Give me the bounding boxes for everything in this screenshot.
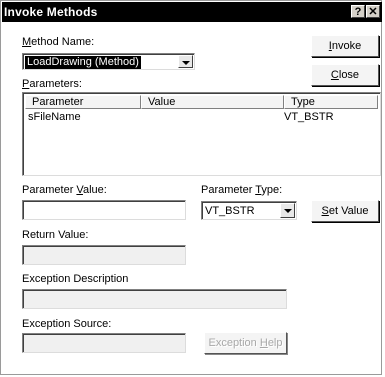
parameter-type-select[interactable]: VT_BSTR [201, 201, 297, 220]
exception-description-label: Exception Description [22, 273, 129, 285]
method-name-label: Method Name: [22, 36, 95, 48]
title-bar[interactable]: Invoke Methods ? ✕ [2, 2, 382, 22]
return-value-label: Return Value: [22, 229, 89, 241]
chevron-down-icon[interactable] [178, 55, 193, 68]
exception-help-button[interactable]: Exception Help [204, 332, 287, 354]
help-icon[interactable]: ? [351, 5, 365, 18]
method-name-combo[interactable]: LoadDrawing (Method) [22, 53, 195, 70]
parameters-list[interactable]: Parameter Value Type sFileName VT_BSTR [22, 92, 381, 176]
parameter-type-label: Parameter Type: [201, 184, 283, 196]
parameter-type-value: VT_BSTR [205, 205, 255, 217]
table-row-parameter[interactable]: sFileName [28, 111, 81, 123]
return-value-field [22, 245, 186, 265]
column-header-type[interactable]: Type [284, 95, 378, 109]
close-icon[interactable]: ✕ [366, 5, 380, 18]
table-row-type[interactable]: VT_BSTR [284, 111, 334, 123]
column-header-value[interactable]: Value [141, 95, 284, 109]
set-value-button[interactable]: Set Value [311, 200, 379, 222]
column-header-parameter[interactable]: Parameter [25, 95, 141, 109]
exception-description-field [22, 289, 287, 309]
exception-source-label: Exception Source: [22, 318, 112, 330]
method-name-value: LoadDrawing (Method) [25, 56, 141, 69]
parameter-value-label: Parameter Value: [22, 184, 107, 196]
close-button[interactable]: Close [311, 64, 379, 86]
parameters-label: Parameters: [22, 78, 82, 90]
window-title: Invoke Methods [4, 5, 98, 19]
invoke-button[interactable]: Invoke [311, 35, 379, 57]
exception-source-field [22, 333, 186, 353]
chevron-down-icon[interactable] [280, 203, 295, 218]
invoke-methods-dialog: Invoke Methods ? ✕ Method Name: LoadDraw… [0, 0, 382, 375]
parameter-value-input[interactable] [22, 200, 186, 220]
